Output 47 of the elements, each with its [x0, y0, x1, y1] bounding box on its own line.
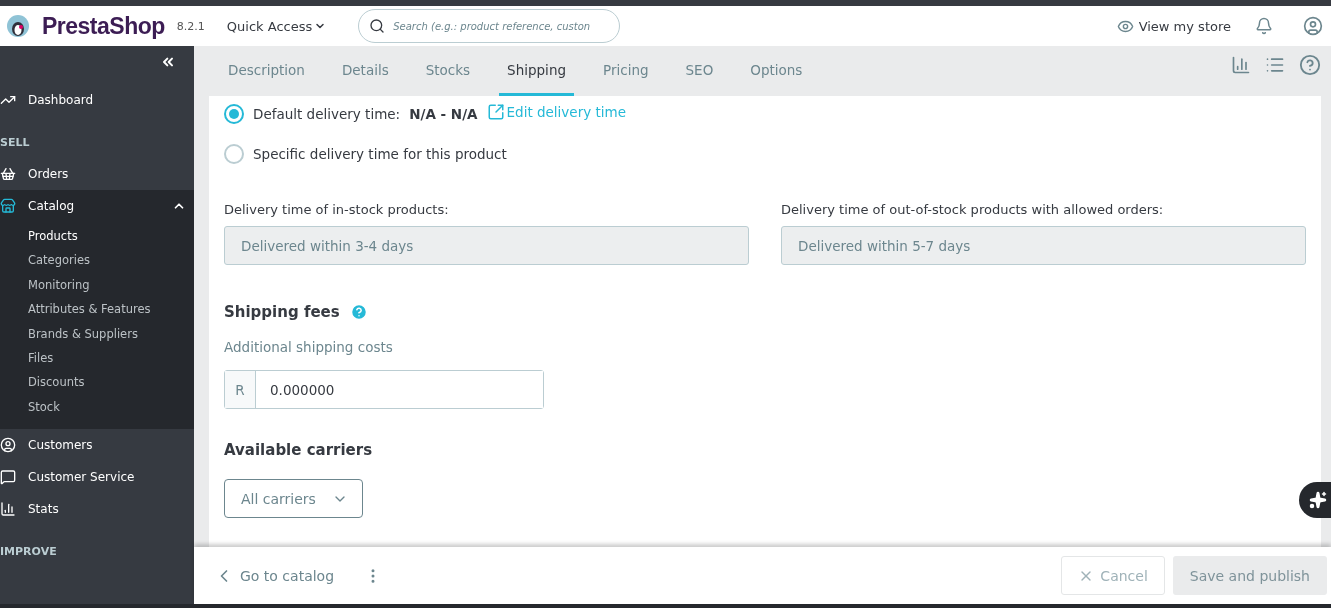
- version-label: 8.2.1: [176, 19, 205, 33]
- radio-label: Specific delivery time for this product: [253, 146, 507, 162]
- menu-item-icon: [0, 469, 16, 486]
- sparkles-icon: [1309, 491, 1327, 509]
- list-icon[interactable]: [1265, 55, 1285, 75]
- sidebar-subitem[interactable]: Discounts: [0, 370, 194, 395]
- menu-item-icon: [0, 198, 16, 214]
- quick-access-menu[interactable]: Quick Access: [226, 18, 327, 34]
- price-input-field[interactable]: R 0.000000: [224, 370, 544, 409]
- sidebar-item[interactable]: Customers: [0, 429, 194, 462]
- sidebar-item[interactable]: Dashboard: [0, 84, 194, 116]
- sidebar-subitem[interactable]: Attributes & Features: [0, 297, 194, 322]
- sidebar-item[interactable]: Customer Service: [0, 461, 194, 494]
- radio-button[interactable]: [224, 144, 244, 164]
- section-title: Available carriers: [224, 441, 373, 459]
- sidebar-item[interactable]: Stats: [0, 493, 194, 526]
- delivery-time-value: N/A - N/A: [409, 106, 478, 122]
- stats-icon[interactable]: [1231, 55, 1251, 75]
- sidebar-section-label: IMPROVE: [0, 543, 58, 560]
- sidebar-item[interactable]: Orders: [0, 158, 194, 190]
- field-label: Delivery time of out-of-stock products with allowed orders:: [781, 202, 1165, 217]
- menu-item-icon: [0, 166, 16, 182]
- external-link-icon: [486, 103, 505, 121]
- field-label: Delivery time of in-stock products:: [224, 202, 450, 217]
- go-to-catalog-link[interactable]: Go to catalog: [214, 565, 335, 586]
- user-avatar-icon[interactable]: [1303, 16, 1323, 36]
- help-icon[interactable]: [1299, 54, 1321, 76]
- section-title: Shipping fees: [224, 303, 340, 321]
- sidebar-section-label: SELL: [0, 134, 31, 151]
- sidebar-subitem[interactable]: Monitoring: [0, 272, 194, 298]
- menu-item-icon: [0, 501, 16, 518]
- search-icon: [369, 18, 386, 34]
- view-store-link[interactable]: View my store: [1116, 17, 1231, 35]
- field-label: Additional shipping costs: [224, 339, 394, 355]
- sidebar-subitem[interactable]: Categories: [0, 248, 194, 273]
- sidebar-subitem[interactable]: Files: [0, 345, 194, 371]
- radio-label: Default delivery time:: [253, 106, 401, 122]
- sidebar-subitem[interactable]: Stock: [0, 394, 194, 420]
- sidebar-subitem[interactable]: Products: [0, 224, 194, 249]
- carriers-dropdown[interactable]: All carriers: [224, 479, 363, 518]
- menu-item-icon: [0, 437, 16, 454]
- notifications-icon[interactable]: [1255, 17, 1273, 35]
- logo-icon: [6, 14, 30, 38]
- brand-name: PrestaShop: [42, 12, 165, 40]
- sidebar-subitem[interactable]: Brands & Suppliers: [0, 321, 194, 346]
- sidebar-item[interactable]: Catalog: [0, 190, 194, 222]
- radio-button[interactable]: [224, 104, 244, 124]
